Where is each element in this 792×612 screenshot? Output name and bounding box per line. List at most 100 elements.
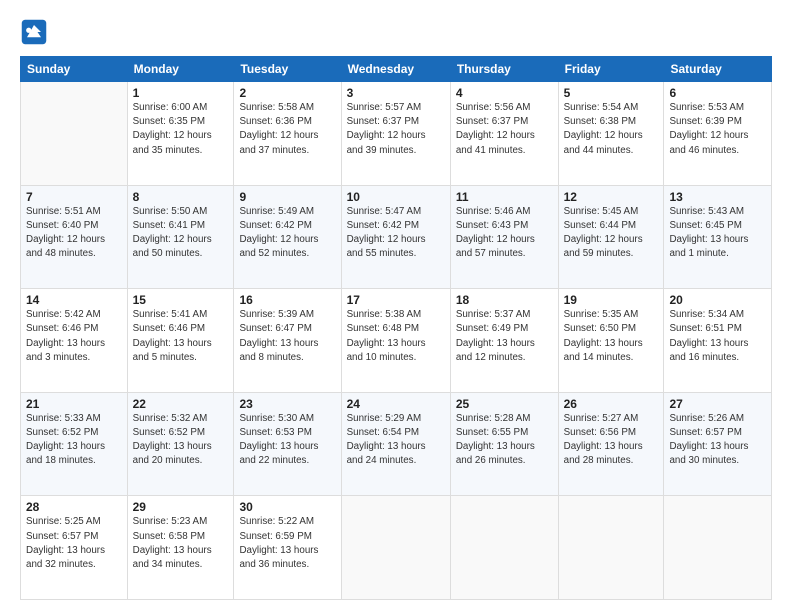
calendar-cell: 10Sunrise: 5:47 AM Sunset: 6:42 PM Dayli… (341, 185, 450, 289)
day-number: 15 (133, 293, 229, 307)
day-info: Sunrise: 5:26 AM Sunset: 6:57 PM Dayligh… (669, 412, 766, 469)
day-number: 18 (456, 293, 553, 307)
calendar-cell: 11Sunrise: 5:46 AM Sunset: 6:43 PM Dayli… (450, 185, 558, 289)
day-info: Sunrise: 5:49 AM Sunset: 6:42 PM Dayligh… (239, 205, 335, 262)
day-number: 2 (239, 86, 335, 100)
weekday-header: Thursday (450, 57, 558, 82)
logo-icon (20, 18, 48, 46)
logo (20, 18, 52, 46)
calendar-cell: 26Sunrise: 5:27 AM Sunset: 6:56 PM Dayli… (558, 392, 664, 496)
calendar-cell: 8Sunrise: 5:50 AM Sunset: 6:41 PM Daylig… (127, 185, 234, 289)
day-number: 26 (564, 397, 659, 411)
day-info: Sunrise: 6:00 AM Sunset: 6:35 PM Dayligh… (133, 101, 229, 158)
calendar-body: 1Sunrise: 6:00 AM Sunset: 6:35 PM Daylig… (21, 82, 772, 600)
day-number: 24 (347, 397, 445, 411)
day-number: 1 (133, 86, 229, 100)
weekday-header: Monday (127, 57, 234, 82)
day-info: Sunrise: 5:41 AM Sunset: 6:46 PM Dayligh… (133, 308, 229, 365)
day-info: Sunrise: 5:28 AM Sunset: 6:55 PM Dayligh… (456, 412, 553, 469)
calendar-cell (664, 496, 772, 600)
page-header (20, 18, 772, 46)
calendar-cell: 27Sunrise: 5:26 AM Sunset: 6:57 PM Dayli… (664, 392, 772, 496)
day-info: Sunrise: 5:37 AM Sunset: 6:49 PM Dayligh… (456, 308, 553, 365)
calendar-cell: 17Sunrise: 5:38 AM Sunset: 6:48 PM Dayli… (341, 289, 450, 393)
day-number: 16 (239, 293, 335, 307)
calendar-cell: 19Sunrise: 5:35 AM Sunset: 6:50 PM Dayli… (558, 289, 664, 393)
weekday-header: Friday (558, 57, 664, 82)
day-info: Sunrise: 5:50 AM Sunset: 6:41 PM Dayligh… (133, 205, 229, 262)
day-number: 25 (456, 397, 553, 411)
day-info: Sunrise: 5:25 AM Sunset: 6:57 PM Dayligh… (26, 515, 122, 572)
day-info: Sunrise: 5:23 AM Sunset: 6:58 PM Dayligh… (133, 515, 229, 572)
calendar-week-row: 7Sunrise: 5:51 AM Sunset: 6:40 PM Daylig… (21, 185, 772, 289)
calendar-cell: 4Sunrise: 5:56 AM Sunset: 6:37 PM Daylig… (450, 82, 558, 186)
calendar-cell: 13Sunrise: 5:43 AM Sunset: 6:45 PM Dayli… (664, 185, 772, 289)
calendar-header: SundayMondayTuesdayWednesdayThursdayFrid… (21, 57, 772, 82)
calendar-cell: 3Sunrise: 5:57 AM Sunset: 6:37 PM Daylig… (341, 82, 450, 186)
day-number: 23 (239, 397, 335, 411)
calendar-cell: 22Sunrise: 5:32 AM Sunset: 6:52 PM Dayli… (127, 392, 234, 496)
day-info: Sunrise: 5:34 AM Sunset: 6:51 PM Dayligh… (669, 308, 766, 365)
day-number: 30 (239, 500, 335, 514)
day-number: 5 (564, 86, 659, 100)
day-number: 12 (564, 190, 659, 204)
weekday-header: Saturday (664, 57, 772, 82)
calendar-cell (341, 496, 450, 600)
day-number: 17 (347, 293, 445, 307)
weekday-header: Wednesday (341, 57, 450, 82)
day-info: Sunrise: 5:56 AM Sunset: 6:37 PM Dayligh… (456, 101, 553, 158)
day-number: 22 (133, 397, 229, 411)
day-number: 21 (26, 397, 122, 411)
day-info: Sunrise: 5:51 AM Sunset: 6:40 PM Dayligh… (26, 205, 122, 262)
day-number: 10 (347, 190, 445, 204)
calendar-cell: 7Sunrise: 5:51 AM Sunset: 6:40 PM Daylig… (21, 185, 128, 289)
calendar-cell (21, 82, 128, 186)
calendar-week-row: 14Sunrise: 5:42 AM Sunset: 6:46 PM Dayli… (21, 289, 772, 393)
day-info: Sunrise: 5:46 AM Sunset: 6:43 PM Dayligh… (456, 205, 553, 262)
calendar-cell: 16Sunrise: 5:39 AM Sunset: 6:47 PM Dayli… (234, 289, 341, 393)
day-info: Sunrise: 5:33 AM Sunset: 6:52 PM Dayligh… (26, 412, 122, 469)
day-info: Sunrise: 5:30 AM Sunset: 6:53 PM Dayligh… (239, 412, 335, 469)
calendar-cell: 29Sunrise: 5:23 AM Sunset: 6:58 PM Dayli… (127, 496, 234, 600)
calendar-table: SundayMondayTuesdayWednesdayThursdayFrid… (20, 56, 772, 600)
day-info: Sunrise: 5:39 AM Sunset: 6:47 PM Dayligh… (239, 308, 335, 365)
calendar-cell: 20Sunrise: 5:34 AM Sunset: 6:51 PM Dayli… (664, 289, 772, 393)
day-number: 4 (456, 86, 553, 100)
day-info: Sunrise: 5:53 AM Sunset: 6:39 PM Dayligh… (669, 101, 766, 158)
calendar-week-row: 1Sunrise: 6:00 AM Sunset: 6:35 PM Daylig… (21, 82, 772, 186)
day-info: Sunrise: 5:32 AM Sunset: 6:52 PM Dayligh… (133, 412, 229, 469)
day-info: Sunrise: 5:29 AM Sunset: 6:54 PM Dayligh… (347, 412, 445, 469)
calendar-week-row: 28Sunrise: 5:25 AM Sunset: 6:57 PM Dayli… (21, 496, 772, 600)
day-number: 14 (26, 293, 122, 307)
calendar-cell: 14Sunrise: 5:42 AM Sunset: 6:46 PM Dayli… (21, 289, 128, 393)
day-info: Sunrise: 5:45 AM Sunset: 6:44 PM Dayligh… (564, 205, 659, 262)
day-info: Sunrise: 5:54 AM Sunset: 6:38 PM Dayligh… (564, 101, 659, 158)
calendar-cell: 23Sunrise: 5:30 AM Sunset: 6:53 PM Dayli… (234, 392, 341, 496)
day-number: 7 (26, 190, 122, 204)
calendar-cell (558, 496, 664, 600)
day-info: Sunrise: 5:22 AM Sunset: 6:59 PM Dayligh… (239, 515, 335, 572)
calendar-cell: 18Sunrise: 5:37 AM Sunset: 6:49 PM Dayli… (450, 289, 558, 393)
calendar-week-row: 21Sunrise: 5:33 AM Sunset: 6:52 PM Dayli… (21, 392, 772, 496)
calendar-cell: 2Sunrise: 5:58 AM Sunset: 6:36 PM Daylig… (234, 82, 341, 186)
calendar-cell: 5Sunrise: 5:54 AM Sunset: 6:38 PM Daylig… (558, 82, 664, 186)
day-number: 6 (669, 86, 766, 100)
calendar-cell (450, 496, 558, 600)
calendar-cell: 9Sunrise: 5:49 AM Sunset: 6:42 PM Daylig… (234, 185, 341, 289)
day-number: 29 (133, 500, 229, 514)
day-info: Sunrise: 5:57 AM Sunset: 6:37 PM Dayligh… (347, 101, 445, 158)
weekday-row: SundayMondayTuesdayWednesdayThursdayFrid… (21, 57, 772, 82)
calendar-cell: 21Sunrise: 5:33 AM Sunset: 6:52 PM Dayli… (21, 392, 128, 496)
calendar-page: SundayMondayTuesdayWednesdayThursdayFrid… (0, 0, 792, 612)
day-number: 19 (564, 293, 659, 307)
day-number: 9 (239, 190, 335, 204)
day-info: Sunrise: 5:35 AM Sunset: 6:50 PM Dayligh… (564, 308, 659, 365)
calendar-cell: 30Sunrise: 5:22 AM Sunset: 6:59 PM Dayli… (234, 496, 341, 600)
calendar-cell: 24Sunrise: 5:29 AM Sunset: 6:54 PM Dayli… (341, 392, 450, 496)
day-info: Sunrise: 5:27 AM Sunset: 6:56 PM Dayligh… (564, 412, 659, 469)
calendar-cell: 25Sunrise: 5:28 AM Sunset: 6:55 PM Dayli… (450, 392, 558, 496)
calendar-cell: 12Sunrise: 5:45 AM Sunset: 6:44 PM Dayli… (558, 185, 664, 289)
day-number: 8 (133, 190, 229, 204)
day-number: 20 (669, 293, 766, 307)
calendar-cell: 28Sunrise: 5:25 AM Sunset: 6:57 PM Dayli… (21, 496, 128, 600)
